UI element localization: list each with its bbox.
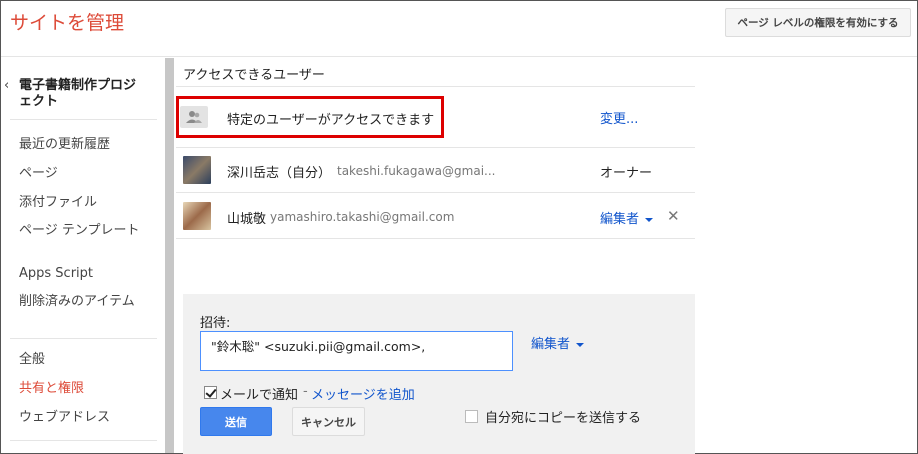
send-copy-checkbox[interactable] (465, 410, 478, 423)
user-name: 深川岳志（自分） (227, 166, 332, 181)
sidebar-item-web-address[interactable]: ウェブアドレス (19, 410, 144, 426)
sidebar-item-page-templates[interactable]: ページ テンプレート (19, 223, 144, 239)
panel-scrollbar[interactable] (165, 58, 174, 453)
user-role-label: 編集者 (600, 212, 640, 227)
cancel-button[interactable]: キャンセル (292, 407, 365, 436)
user-role: オーナー (600, 166, 653, 181)
send-button[interactable]: 送信 (200, 407, 272, 436)
sidebar-item-general[interactable]: 全般 (19, 352, 144, 368)
user-email: yamashiro.takashi@gmail.com (270, 210, 455, 224)
close-icon[interactable]: ✕ (667, 207, 680, 225)
header-divider (1, 56, 917, 57)
invite-role-label: 編集者 (531, 337, 571, 352)
notify-label: メールで通知 (220, 388, 299, 403)
separator: - (303, 384, 308, 399)
user-email: takeshi.fukagawa@gmai... (337, 164, 496, 178)
avatar (183, 202, 211, 230)
sidebar-item-recent-activity[interactable]: 最近の更新履歴 (19, 137, 144, 153)
invite-role-dropdown[interactable]: 編集者 (531, 333, 585, 352)
sidebar-divider (10, 119, 157, 120)
caret-down-icon (576, 342, 585, 347)
sidebar-item-apps-script[interactable]: Apps Script (19, 266, 144, 282)
notify-checkbox[interactable] (204, 386, 217, 399)
add-message-link[interactable]: メッセージを追加 (311, 384, 415, 403)
site-name: 電子書籍制作プロジェクト (19, 78, 137, 109)
page-title: サイトを管理 (10, 12, 125, 34)
row-divider (176, 238, 695, 239)
site-back-link[interactable]: ‹ 電子書籍制作プロジェクト (4, 78, 144, 110)
sidebar-item-sharing-permissions[interactable]: 共有と権限 (19, 381, 144, 397)
user-name: 山城敬 (227, 212, 267, 227)
sidebar-item-deleted-items[interactable]: 削除済みのアイテム (19, 294, 144, 310)
sidebar-item-pages[interactable]: ページ (19, 166, 144, 182)
invite-label: 招待: (200, 316, 231, 331)
people-icon (180, 106, 208, 128)
caret-down-icon (645, 217, 654, 222)
access-level-text: 特定のユーザーがアクセスできます (227, 113, 435, 128)
avatar (183, 156, 211, 184)
sidebar-divider (10, 440, 157, 441)
row-divider (176, 147, 695, 148)
sidebar-item-attachments[interactable]: 添付ファイル (19, 195, 144, 211)
enable-page-level-permissions-button[interactable]: ページ レベルの権限を有効にする (725, 8, 911, 37)
chevron-left-icon: ‹ (4, 78, 10, 93)
sidebar-divider (10, 338, 157, 339)
send-copy-label: 自分宛にコピーを送信する (485, 411, 642, 426)
row-divider (176, 192, 695, 193)
change-access-link[interactable]: 変更... (600, 108, 638, 127)
section-divider (176, 86, 695, 87)
user-role-dropdown[interactable]: 編集者 (600, 208, 654, 227)
invite-input[interactable]: "鈴木聡" <suzuki.pii@gmail.com>, (200, 331, 513, 371)
section-title: アクセスできるユーザー (183, 68, 325, 83)
